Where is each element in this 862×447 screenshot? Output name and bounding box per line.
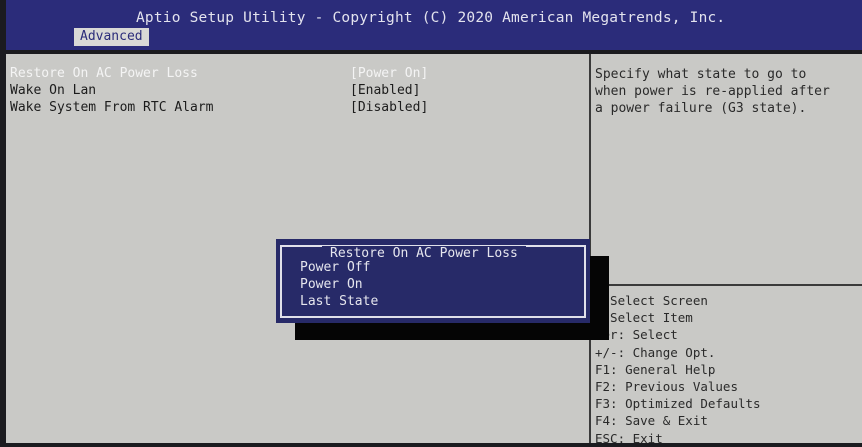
help-text: Specify what state to go to when power i… — [595, 66, 857, 117]
help-line: when power is re-applied after — [595, 84, 830, 99]
setting-label: Wake On Lan — [10, 83, 97, 98]
key-hint: F2: Previous Values — [595, 379, 738, 395]
setting-value[interactable]: [Enabled] — [350, 82, 420, 99]
options-popup: Restore On AC Power Loss Power Off Power… — [276, 239, 590, 323]
key-hint: F3: Optimized Defaults — [595, 396, 761, 412]
tab-advanced[interactable]: Advanced — [74, 28, 149, 46]
bios-screen: Aptio Setup Utility - Copyright (C) 2020… — [0, 0, 862, 446]
key-hint: : Select Item — [595, 310, 693, 326]
key-hint: F4: Save & Exit — [595, 413, 708, 429]
help-line: a power failure (G3 state). — [595, 101, 807, 116]
key-hint: ESC: Exit — [595, 430, 663, 446]
setting-wake-rtc-alarm[interactable]: Wake System From RTC Alarm [Disabled] — [10, 99, 585, 116]
option-last-state[interactable]: Last State — [300, 293, 378, 310]
horizontal-divider — [591, 284, 862, 286]
setting-value[interactable]: [Disabled] — [350, 99, 428, 116]
key-legend: : Select Screen : Select Item ter: Selec… — [595, 292, 761, 447]
key-hint: +/-: Change Opt. — [595, 344, 716, 360]
key-hint: ter: Select — [595, 327, 678, 343]
setting-label: Restore On AC Power Loss — [10, 66, 198, 81]
option-power-off[interactable]: Power Off — [300, 259, 370, 276]
help-line: Specify what state to go to — [595, 67, 807, 82]
setting-label: Wake System From RTC Alarm — [10, 100, 214, 115]
setting-value[interactable]: [Power On] — [350, 65, 428, 82]
option-power-on[interactable]: Power On — [300, 276, 363, 293]
key-hint: F1: General Help — [595, 361, 716, 377]
setting-wake-on-lan[interactable]: Wake On Lan [Enabled] — [10, 82, 585, 99]
key-hint: : Select Screen — [595, 293, 708, 308]
popup-border: Restore On AC Power Loss Power Off Power… — [280, 245, 586, 318]
header-bar: Aptio Setup Utility - Copyright (C) 2020… — [6, 0, 862, 50]
utility-title: Aptio Setup Utility - Copyright (C) 2020… — [136, 10, 726, 26]
setting-restore-ac-power-loss[interactable]: Restore On AC Power Loss [Power On] — [10, 65, 585, 82]
